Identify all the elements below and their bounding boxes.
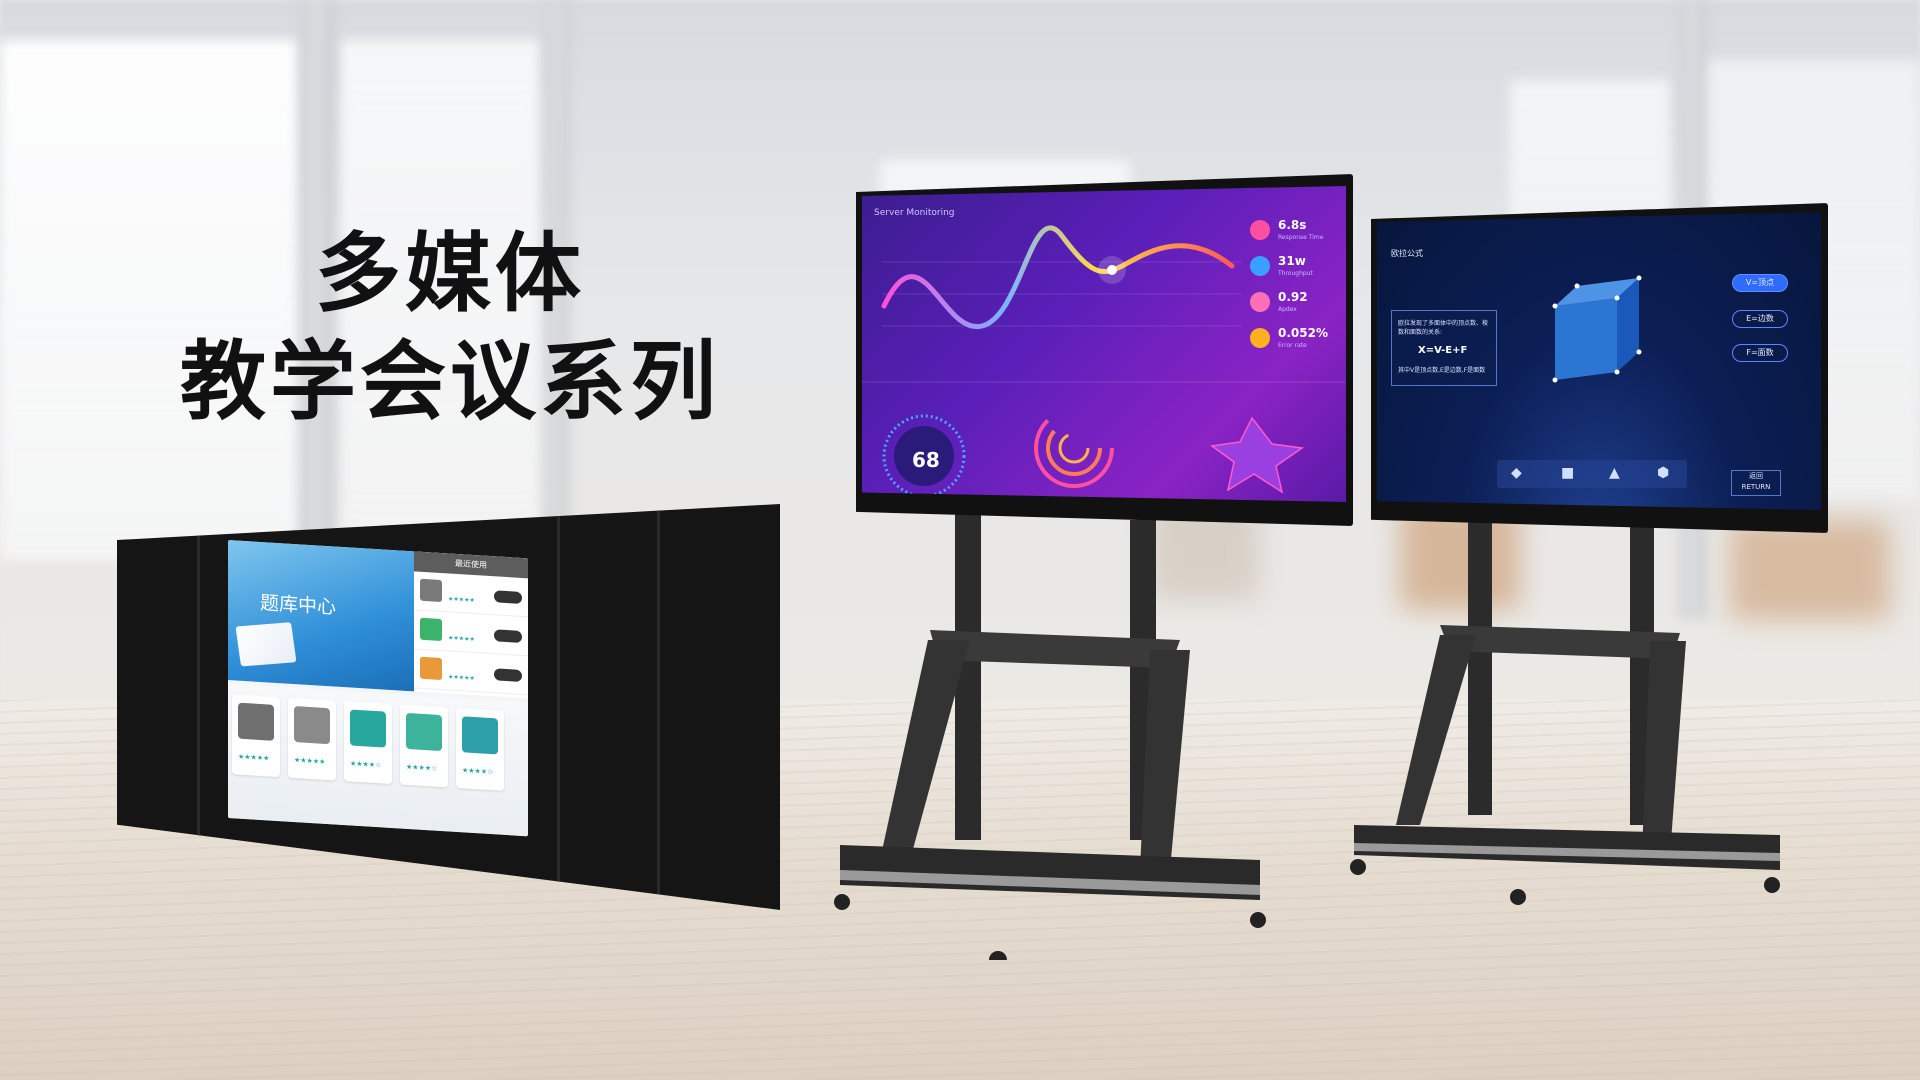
app-tile[interactable]: ★★★★☆ (400, 704, 448, 788)
headline-line-2: 教学会议系列 (180, 332, 720, 432)
formula-note: 其中V是顶点数,E是边数,F是面数 (1398, 367, 1486, 374)
app-tile[interactable]: ★★★★★ (232, 694, 280, 778)
recent-panel: 最近使用 ★★★★★ ★★★★★ ★★★★★ (414, 551, 528, 699)
rating-stars: ★★★★☆ (462, 766, 494, 777)
headline-line-1: 多媒体 (315, 224, 585, 324)
stat-apdex: 0.92 Apdex (1250, 288, 1342, 318)
app-tiles: ★★★★★ ★★★★★ ★★★★☆ ★★★★☆ ★★★★☆ (228, 684, 528, 837)
lesson-tag: 欧拉公式 (1391, 249, 1423, 258)
rating-stars: ★★★★★ (238, 752, 270, 763)
stat-value: 0.052% (1278, 326, 1328, 340)
courseware-icon (406, 712, 442, 752)
geometry-lesson-screen: 欧拉公式 欧拉发现了多面体中的顶点数、棱数和面数的关系: X=V-E+F 其中V… (1377, 212, 1821, 510)
stat-label: Apdex (1278, 306, 1297, 313)
server-monitoring-screen: Server Monitoring 68 6.8s Response Time (862, 186, 1346, 502)
open-button[interactable] (494, 629, 522, 643)
rating-stars: ★★★★★ (448, 595, 475, 605)
lab-icon (420, 656, 442, 681)
face-button[interactable]: F=面数 (1732, 344, 1788, 362)
app-tile[interactable]: ★★★★★ (288, 697, 336, 781)
cube-model (1552, 275, 1642, 383)
pyramid-shape-icon[interactable]: ▲ (1609, 465, 1620, 481)
chart-icon (420, 617, 442, 642)
presentation-icon (420, 578, 442, 603)
banner-title: 题库中心 (260, 591, 337, 619)
cube-shape-icon[interactable]: ■ (1561, 465, 1574, 481)
stat-response-time: 6.8s Response Time (1250, 216, 1342, 246)
formula: X=V-E+F (1418, 345, 1468, 356)
rating-stars: ★★★★★ (448, 634, 475, 644)
edge-button[interactable]: E=边数 (1732, 310, 1788, 328)
rating-stars: ★★★★☆ (406, 762, 438, 773)
open-button[interactable] (494, 590, 522, 604)
stat-throughput: 31w Throughput (1250, 252, 1342, 282)
mobile-stand-left (834, 510, 1266, 960)
open-button[interactable] (494, 668, 522, 682)
screen-share-icon (462, 716, 498, 755)
stat-label: Response Time (1278, 234, 1324, 241)
stat-error-rate: 0.052% Error rate (1250, 324, 1342, 354)
return-button[interactable]: 返回 RETURN (1731, 470, 1781, 496)
diamond-shape-icon[interactable]: ◆ (1511, 465, 1522, 481)
return-label-cn: 返回 (1749, 472, 1763, 480)
board-seam (557, 504, 560, 910)
return-label-en: RETURN (1741, 483, 1771, 491)
stat-dot-icon (1250, 292, 1270, 312)
stat-label: Error rate (1278, 342, 1307, 349)
board-seam (657, 504, 660, 910)
prism-shape-icon[interactable]: ⬢ (1657, 465, 1669, 481)
vertex-button[interactable]: V=顶点 (1732, 274, 1788, 292)
book-icon (235, 622, 297, 667)
mobile-stand-right (1350, 505, 1780, 905)
gauge-value: 68 (912, 448, 940, 472)
stat-label: Throughput (1278, 270, 1313, 277)
rating-stars: ★★★★★ (294, 756, 326, 766)
headline: 多媒体 教学会议系列 (120, 220, 780, 436)
formula-card: 欧拉发现了多面体中的顶点数、棱数和面数的关系: X=V-E+F 其中V是顶点数,… (1391, 310, 1497, 386)
app-tile[interactable]: ★★★★☆ (456, 707, 504, 791)
shape-toolbar: ◆ ■ ▲ ⬢ (1497, 460, 1687, 488)
stat-value: 6.8s (1278, 218, 1307, 232)
blackboard-screen: 题库中心 最近使用 ★★★★★ ★★★★★ ★★★★★ ★★★★★ ★★★★★ … (228, 540, 528, 837)
stat-value: 0.92 (1278, 290, 1308, 304)
rating-stars: ★★★★☆ (350, 759, 382, 770)
stat-dot-icon (1250, 220, 1270, 240)
formula-question: 欧拉发现了多面体中的顶点数、棱数和面数的关系: (1398, 320, 1489, 336)
classroom-icon (238, 702, 274, 741)
stat-dot-icon (1250, 256, 1270, 276)
stat-dot-icon (1250, 328, 1270, 348)
question-bank-banner: 题库中心 (228, 540, 414, 692)
app-tile[interactable]: ★★★★☆ (344, 701, 392, 785)
rating-stars: ★★★★★ (448, 673, 475, 683)
stat-value: 31w (1278, 254, 1306, 268)
settings-icon (350, 709, 386, 748)
recent-item[interactable]: ★★★★★ (414, 649, 528, 696)
lecture-icon (294, 706, 330, 745)
